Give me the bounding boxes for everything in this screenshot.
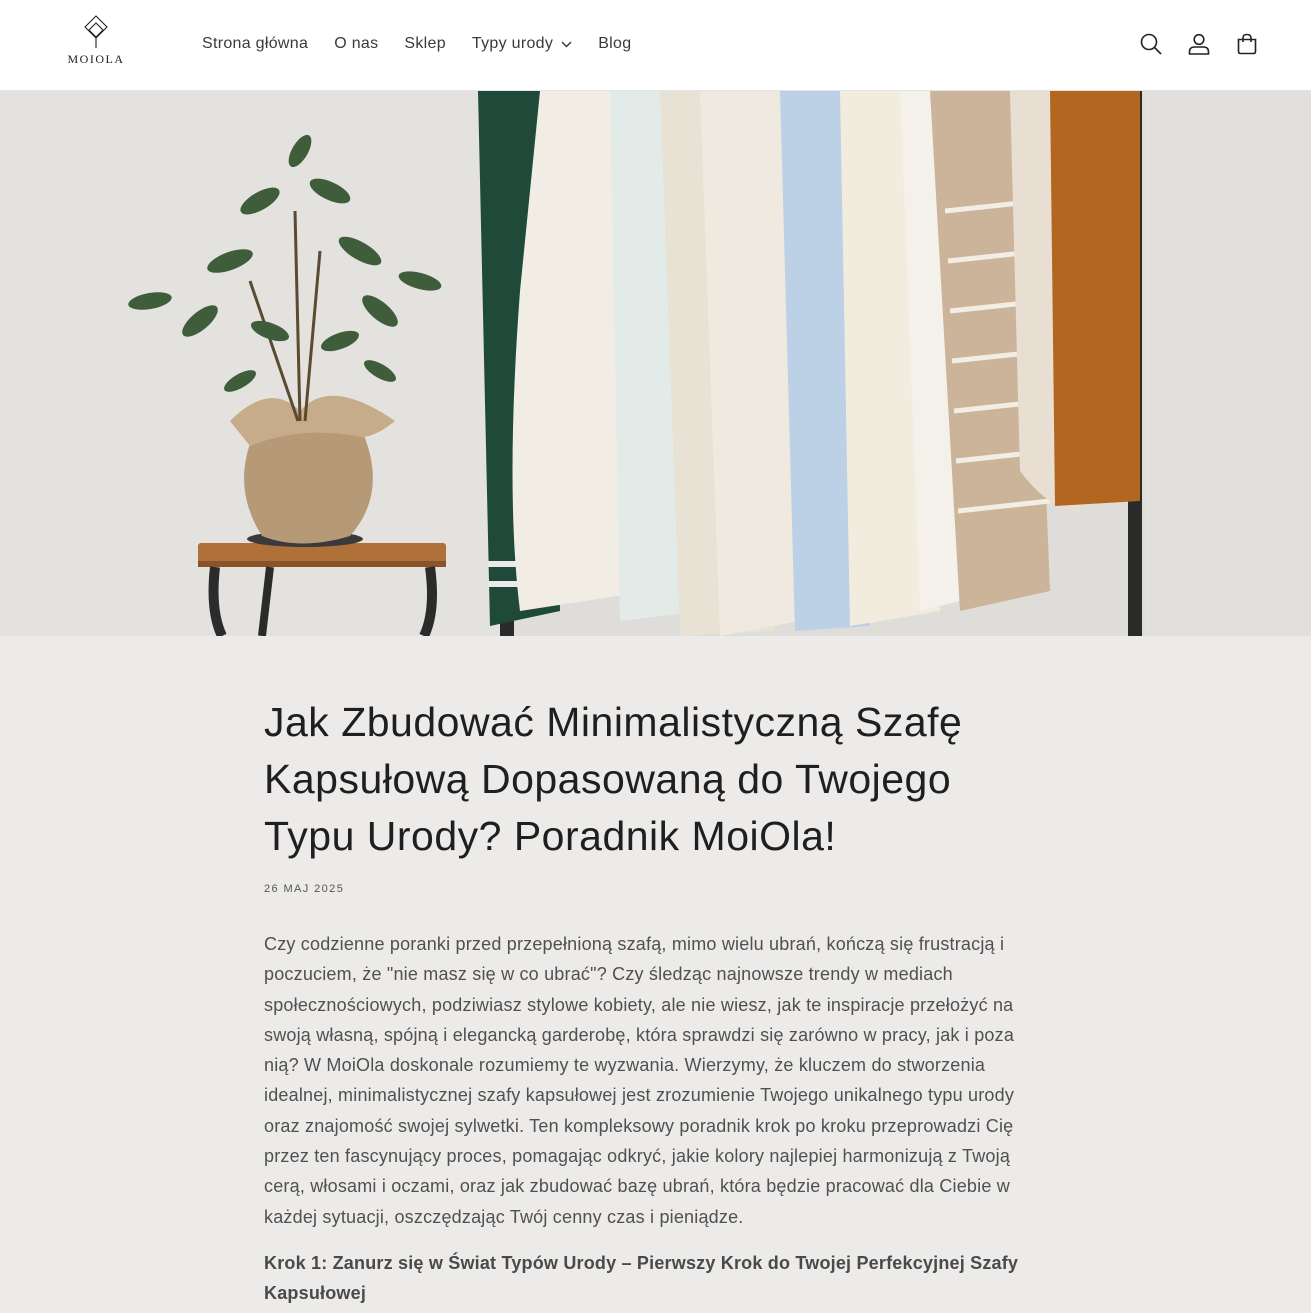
hero-image: [0, 91, 1311, 636]
step-1-heading: Krok 1: Zanurz się w Świat Typów Urody –…: [264, 1252, 1019, 1304]
nav-blog-label: Blog: [598, 35, 632, 52]
nav-blog[interactable]: Blog: [585, 30, 644, 58]
cart-icon[interactable]: [1233, 30, 1261, 58]
main-nav: Strona główna O nas Sklep Typy urody Blo…: [189, 30, 644, 58]
article-intro: Czy codzienne poranki przed przepełnioną…: [264, 934, 1015, 1227]
nav-shop-label: Sklep: [404, 35, 446, 52]
article: Jak Zbudować Minimalistyczną Szafę Kapsu…: [264, 636, 1046, 1309]
search-icon[interactable]: [1137, 30, 1165, 58]
logo[interactable]: MOIOLA: [62, 14, 130, 74]
nav-home-label: Strona główna: [202, 35, 309, 52]
nav-beauty-types[interactable]: Typy urody: [459, 30, 585, 58]
article-title: Jak Zbudować Minimalistyczną Szafę Kapsu…: [264, 699, 963, 859]
account-icon[interactable]: [1185, 30, 1213, 58]
header-icons: [1117, 30, 1261, 58]
nav-about-label: O nas: [334, 35, 379, 52]
nav-beauty-types-label: Typy urody: [471, 35, 554, 52]
nav-home[interactable]: Strona główna: [189, 30, 321, 58]
logo-mark-icon: [84, 15, 108, 48]
site-header: MOIOLA Strona główna O nas Sklep Typy ur…: [0, 0, 1311, 91]
logo-text: MOIOLA: [67, 52, 125, 66]
article-date: 26 MAJ 2025: [264, 883, 345, 895]
nav-shop[interactable]: Sklep: [391, 30, 459, 58]
chevron-down-icon: [561, 41, 572, 48]
nav-about[interactable]: O nas: [321, 30, 391, 58]
